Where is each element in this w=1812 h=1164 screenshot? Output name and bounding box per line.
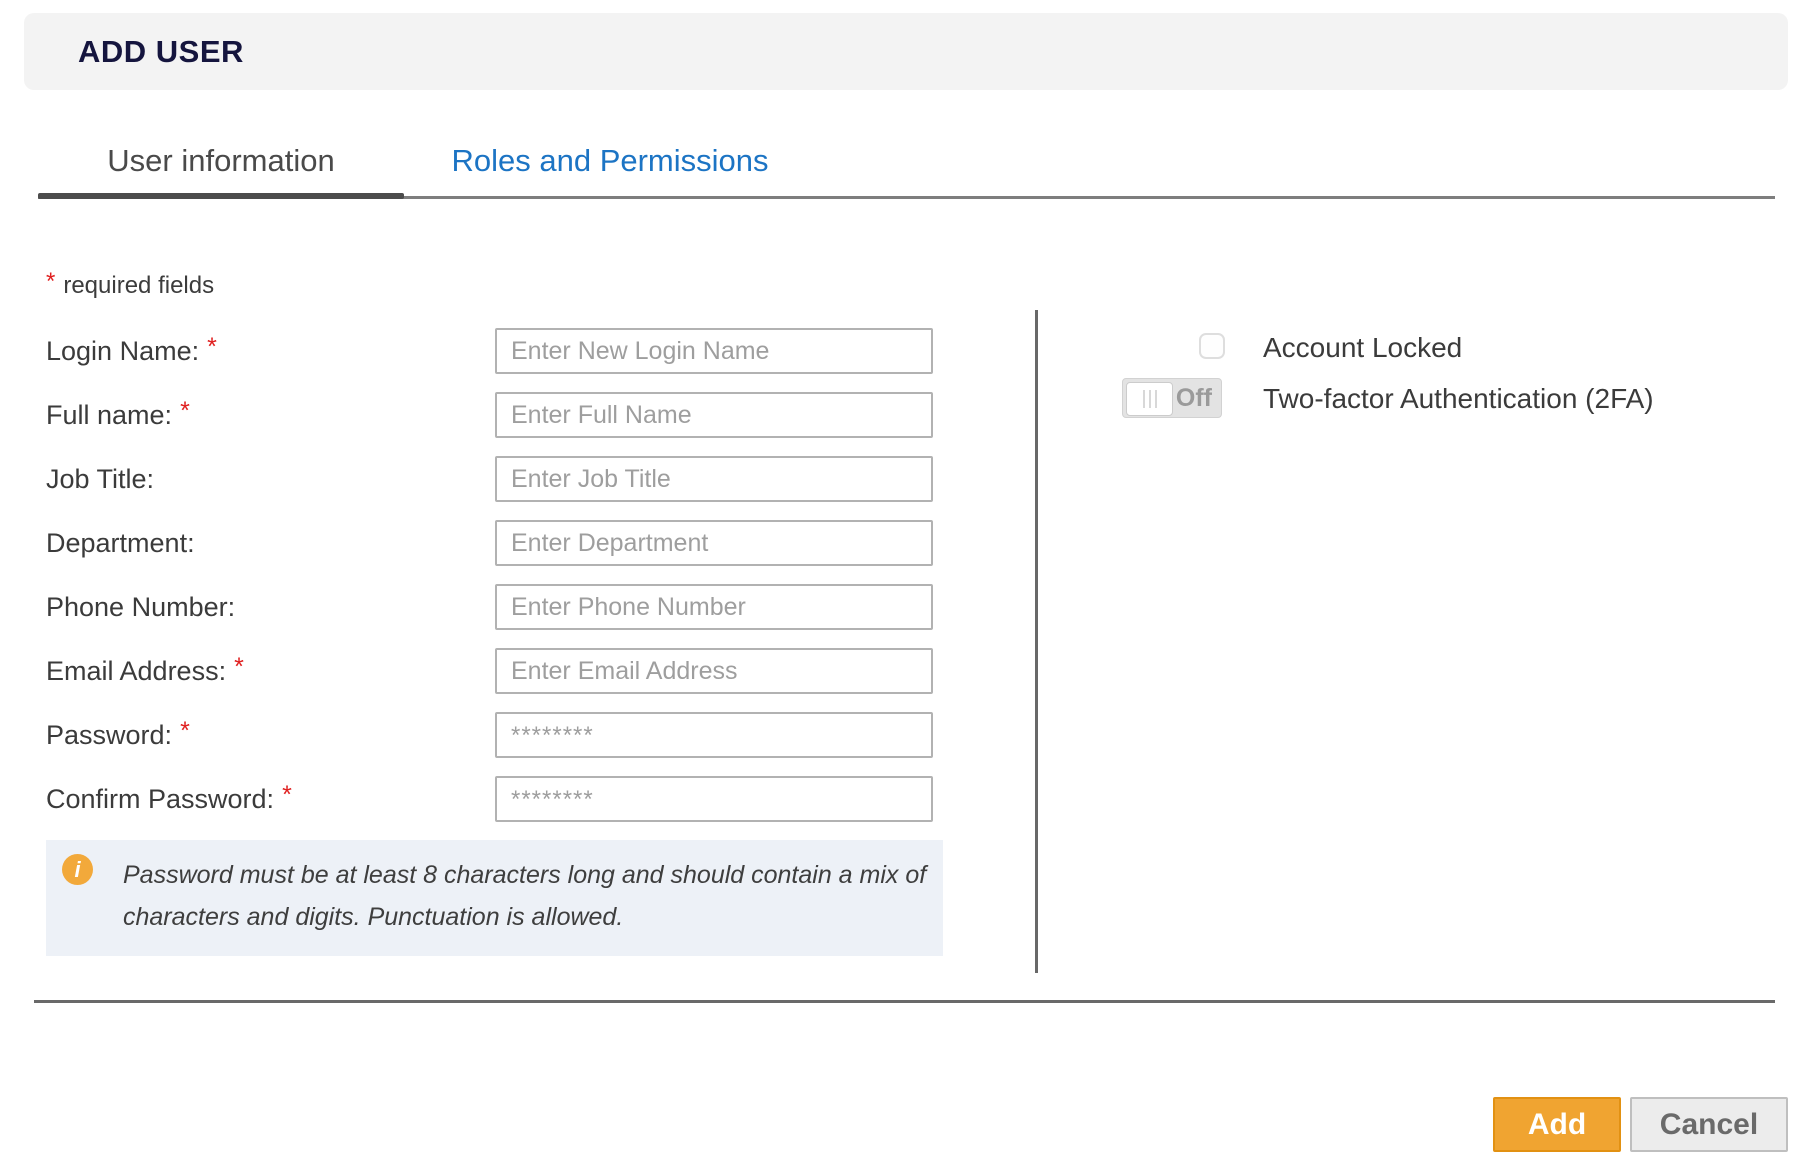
vertical-divider bbox=[1035, 310, 1038, 973]
bottom-divider bbox=[34, 1000, 1775, 1003]
job-title-input[interactable] bbox=[495, 456, 933, 502]
dialog-header: ADD USER bbox=[24, 13, 1788, 90]
form-row-confirm-password: Confirm Password:* bbox=[46, 776, 933, 822]
field-label: Job Title:* bbox=[46, 464, 154, 495]
toggle-state-label: Off bbox=[1176, 379, 1212, 417]
add-user-dialog: ADD USER User information Roles and Perm… bbox=[0, 0, 1812, 1164]
two-factor-toggle[interactable]: Off bbox=[1122, 378, 1222, 418]
form-row-job-title: Job Title:* bbox=[46, 456, 933, 502]
form-row-email-address: Email Address:* bbox=[46, 648, 933, 694]
form-row-password: Password:* bbox=[46, 712, 933, 758]
required-asterisk: * bbox=[46, 268, 55, 295]
account-locked-label: Account Locked bbox=[1263, 332, 1462, 364]
password-note-text: Password must be at least 8 characters l… bbox=[123, 854, 933, 938]
cancel-button-label: Cancel bbox=[1660, 1108, 1758, 1142]
field-label: Phone Number:* bbox=[46, 592, 235, 623]
info-icon: i bbox=[62, 854, 93, 885]
tab-label: User information bbox=[107, 143, 334, 178]
full-name-input[interactable] bbox=[495, 392, 933, 438]
tab-user-information[interactable]: User information bbox=[38, 143, 404, 193]
login-name-input[interactable] bbox=[495, 328, 933, 374]
field-label: Password:* bbox=[46, 720, 190, 751]
required-asterisk: * bbox=[180, 717, 190, 745]
account-locked-checkbox[interactable] bbox=[1199, 333, 1225, 359]
active-tab-underline bbox=[38, 193, 404, 199]
password-requirements-note: i Password must be at least 8 characters… bbox=[46, 840, 943, 956]
page-title: ADD USER bbox=[78, 34, 244, 70]
tab-label: Roles and Permissions bbox=[451, 143, 768, 178]
tab-roles-and-permissions[interactable]: Roles and Permissions bbox=[404, 143, 816, 193]
password-input[interactable] bbox=[495, 712, 933, 758]
required-fields-text: required fields bbox=[63, 272, 214, 299]
field-label: Email Address:* bbox=[46, 656, 244, 687]
cancel-button[interactable]: Cancel bbox=[1630, 1097, 1788, 1152]
add-button-label: Add bbox=[1528, 1108, 1586, 1142]
department-input[interactable] bbox=[495, 520, 933, 566]
phone-number-input[interactable] bbox=[495, 584, 933, 630]
required-asterisk: * bbox=[282, 781, 292, 809]
field-label: Department:* bbox=[46, 528, 195, 559]
field-label: Full name:* bbox=[46, 400, 190, 431]
form-row-login-name: Login Name:* bbox=[46, 328, 933, 374]
required-asterisk: * bbox=[234, 653, 244, 681]
form-row-department: Department:* bbox=[46, 520, 933, 566]
required-asterisk: * bbox=[180, 397, 190, 425]
confirm-password-input[interactable] bbox=[495, 776, 933, 822]
required-fields-legend: *required fields bbox=[46, 272, 214, 300]
add-button[interactable]: Add bbox=[1493, 1097, 1621, 1152]
field-label: Login Name:* bbox=[46, 336, 217, 367]
toggle-handle bbox=[1126, 382, 1173, 416]
form-row-phone-number: Phone Number:* bbox=[46, 584, 933, 630]
form-row-full-name: Full name:* bbox=[46, 392, 933, 438]
field-label: Confirm Password:* bbox=[46, 784, 292, 815]
required-asterisk: * bbox=[207, 333, 217, 361]
two-factor-label: Two-factor Authentication (2FA) bbox=[1263, 383, 1654, 415]
email-address-input[interactable] bbox=[495, 648, 933, 694]
